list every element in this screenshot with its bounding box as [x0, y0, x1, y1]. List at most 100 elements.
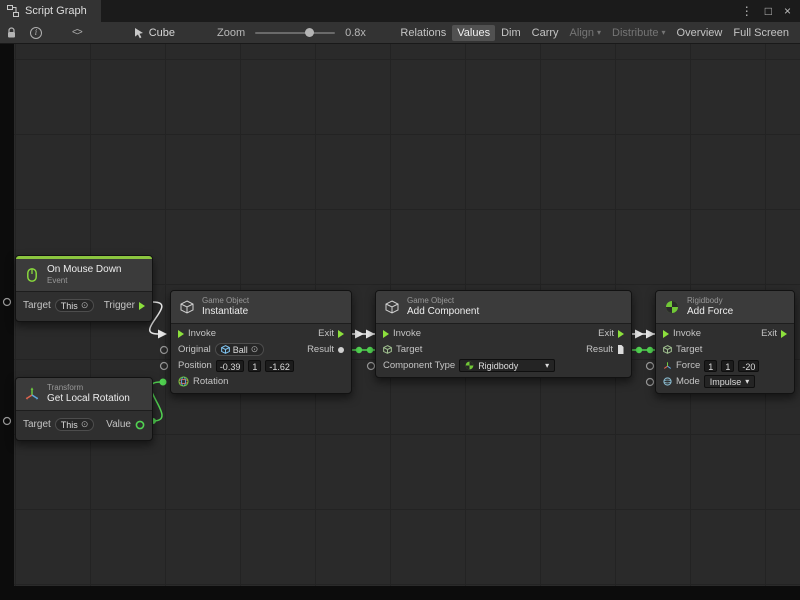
position-x-field[interactable]: -0.39: [216, 360, 245, 372]
invoke-port-icon[interactable]: [178, 330, 184, 338]
port-target-input[interactable]: [4, 418, 11, 425]
flow-arrow-icon: [635, 330, 644, 339]
force-x-field[interactable]: 1: [704, 360, 717, 372]
vector-icon: [663, 361, 672, 370]
game-object-icon: [384, 300, 400, 314]
game-object-icon: [179, 300, 195, 314]
port-component-type-input[interactable]: [368, 363, 375, 370]
graph-canvas[interactable]: On Mouse Down Event Target This ⊙ Trigge…: [0, 44, 800, 600]
node-on-mouse-down[interactable]: On Mouse Down Event Target This ⊙ Trigge…: [15, 255, 153, 322]
rotation-gizmo-icon: [178, 376, 189, 387]
node-title: Get Local Rotation: [47, 393, 130, 405]
port-mode-input[interactable]: [647, 379, 654, 386]
exit-label: Exit: [318, 328, 334, 339]
position-label: Position: [178, 360, 212, 371]
invoke-port-icon[interactable]: [663, 330, 669, 338]
position-y-field[interactable]: 1: [248, 360, 261, 372]
target-label: Target: [676, 344, 702, 355]
node-category: Event: [47, 276, 121, 286]
node-category: Rigidbody: [687, 296, 733, 306]
node-instantiate[interactable]: Game Object Instantiate Invoke Exit Orig…: [170, 290, 352, 394]
zoom-slider-handle[interactable]: [305, 28, 314, 37]
mouse-icon: [24, 268, 40, 282]
port-target-in[interactable]: [647, 347, 653, 353]
distribute-button[interactable]: Distribute ▾: [607, 25, 670, 41]
invoke-label: Invoke: [188, 328, 216, 339]
exit-port-icon[interactable]: [338, 330, 344, 338]
result-port-icon[interactable]: [338, 347, 344, 353]
node-header[interactable]: Game Object Add Component: [376, 291, 631, 324]
port-target-in[interactable]: [367, 347, 373, 353]
node-title: Instantiate: [202, 306, 249, 318]
target-object-field[interactable]: This ⊙: [55, 418, 95, 431]
force-z-field[interactable]: -20: [738, 360, 759, 372]
node-header[interactable]: On Mouse Down Event: [16, 259, 152, 292]
port-result-out[interactable]: [636, 347, 642, 353]
target-label: Target: [396, 344, 422, 355]
target-object-field[interactable]: This ⊙: [55, 299, 95, 312]
trigger-port-icon[interactable]: [139, 302, 145, 310]
graph-target[interactable]: Cube: [134, 27, 175, 39]
component-type-dropdown[interactable]: Rigidbody ▾: [459, 359, 555, 372]
component-type-label: Component Type: [383, 360, 455, 371]
rotation-port-icon[interactable]: [135, 420, 145, 430]
component-type-value: Rigidbody: [478, 361, 518, 371]
pointer-icon: [134, 27, 144, 39]
invoke-port-icon[interactable]: [383, 330, 389, 338]
mode-value: Impulse: [710, 377, 742, 387]
port-original-input[interactable]: [161, 347, 168, 354]
original-object-field[interactable]: Ball ⊙: [215, 343, 265, 356]
dim-button[interactable]: Dim: [496, 25, 526, 41]
chevron-down-icon: ▾: [545, 361, 549, 370]
port-rotation-in[interactable]: [160, 379, 167, 386]
values-button[interactable]: Values: [452, 25, 495, 41]
target-value: This: [61, 301, 78, 311]
distribute-label: Distribute: [612, 27, 658, 39]
port-result-out[interactable]: [356, 347, 362, 353]
invoke-label: Invoke: [673, 328, 701, 339]
object-picker-icon[interactable]: ⊙: [251, 344, 259, 355]
prefab-cube-icon: [221, 345, 230, 354]
mode-dropdown[interactable]: Impulse ▾: [704, 375, 756, 388]
maximize-icon[interactable]: □: [765, 4, 772, 18]
relations-button[interactable]: Relations: [395, 25, 451, 41]
port-position-input[interactable]: [161, 363, 168, 370]
game-object-mini-icon: [383, 345, 392, 354]
lock-icon[interactable]: [6, 27, 17, 39]
force-label: Force: [676, 360, 700, 371]
close-icon[interactable]: ×: [784, 4, 791, 18]
value-label: Value: [106, 419, 131, 430]
position-z-field[interactable]: -1.62: [265, 360, 294, 372]
result-label: Result: [307, 344, 334, 355]
node-header[interactable]: Transform Get Local Rotation: [16, 378, 152, 411]
flow-arrow-icon: [158, 330, 167, 339]
node-get-local-rotation[interactable]: Transform Get Local Rotation Target This…: [15, 377, 153, 441]
code-icon[interactable]: <>: [72, 27, 82, 38]
fullscreen-button[interactable]: Full Screen: [728, 25, 794, 41]
node-title: Add Component: [407, 306, 479, 318]
flow-arrow-icon: [355, 330, 364, 339]
node-header[interactable]: Game Object Instantiate: [171, 291, 351, 324]
force-y-field[interactable]: 1: [721, 360, 734, 372]
zoom-slider[interactable]: [255, 32, 335, 34]
align-button[interactable]: Align ▾: [565, 25, 606, 41]
target-label: Target: [23, 419, 51, 430]
port-force-input[interactable]: [647, 363, 654, 370]
carry-button[interactable]: Carry: [527, 25, 564, 41]
port-target-input[interactable]: [4, 299, 11, 306]
window-tab[interactable]: Script Graph: [0, 0, 101, 22]
node-add-component[interactable]: Game Object Add Component Invoke Exit Ta…: [375, 290, 632, 378]
object-picker-icon[interactable]: ⊙: [81, 419, 89, 430]
node-header[interactable]: Rigidbody Add Force: [656, 291, 794, 324]
chevron-down-icon: ▾: [662, 28, 666, 37]
info-icon[interactable]: i: [30, 27, 42, 39]
exit-port-icon[interactable]: [618, 330, 624, 338]
object-picker-icon[interactable]: ⊙: [81, 300, 89, 311]
menu-icon[interactable]: ⋮: [741, 4, 753, 18]
node-title: Add Force: [687, 306, 733, 318]
overview-button[interactable]: Overview: [672, 25, 728, 41]
node-add-force[interactable]: Rigidbody Add Force Invoke Exit Target: [655, 290, 795, 394]
exit-port-icon[interactable]: [781, 330, 787, 338]
game-object-mini-icon: [663, 345, 672, 354]
result-port-icon[interactable]: [617, 345, 624, 354]
